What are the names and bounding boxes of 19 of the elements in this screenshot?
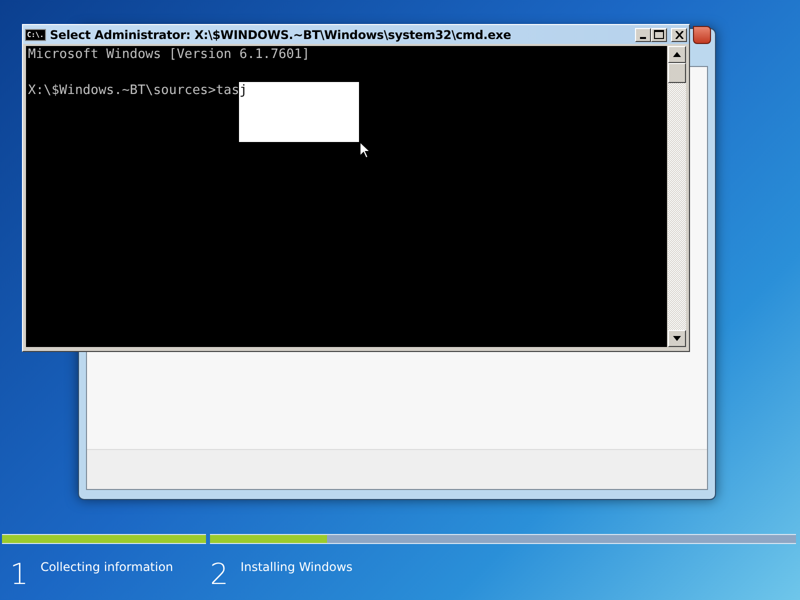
step-label: Collecting information — [40, 559, 174, 576]
up-arrow-icon — [673, 52, 681, 57]
console-line: Microsoft Windows [Version 6.1.7601] — [28, 46, 310, 64]
command-prompt-line: X:\$Windows.~BT\sources>tas — [28, 82, 240, 100]
scrollbar[interactable] — [668, 46, 686, 347]
step-label: Installing Windows — [240, 559, 353, 576]
window-title: Select Administrator: X:\$WINDOWS.~BT\Windows\system32\cmd.exe — [50, 28, 512, 42]
scroll-down-button[interactable] — [668, 330, 686, 347]
minimize-icon — [640, 36, 646, 38]
scroll-thumb[interactable] — [668, 63, 686, 83]
selected-text: j — [239, 82, 248, 100]
step-number: 1 — [10, 560, 28, 589]
maximize-button[interactable] — [651, 28, 667, 42]
close-icon — [674, 30, 684, 38]
maximize-icon — [654, 30, 664, 39]
down-arrow-icon — [673, 336, 681, 341]
scroll-up-button[interactable] — [668, 46, 686, 63]
minimize-button[interactable] — [635, 28, 651, 42]
step-number: 2 — [210, 560, 228, 589]
